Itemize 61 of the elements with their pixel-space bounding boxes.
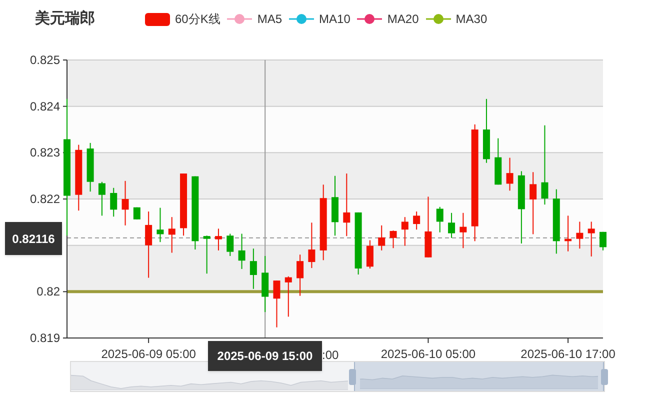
candlestick (401, 216, 408, 246)
axis-label: 2025-06-10 17:00 (520, 347, 616, 361)
candlestick (588, 221, 595, 257)
candlestick (284, 276, 292, 318)
candlestick (238, 233, 246, 270)
candlestick (98, 181, 106, 216)
chart-title: 美元瑞郎 (35, 8, 96, 29)
candlestick (332, 175, 338, 236)
candlestick (110, 187, 118, 218)
candlestick (366, 240, 374, 269)
axis-label: 0.823 (30, 146, 60, 160)
candlestick (168, 216, 176, 254)
candlestick (378, 224, 386, 251)
legend-label[interactable]: MA5 (257, 10, 282, 28)
candlestick (296, 254, 304, 296)
candlestick (122, 180, 129, 226)
candlestick (564, 215, 572, 252)
candlestick (494, 138, 502, 186)
candlestick (436, 206, 444, 233)
candlestick (86, 142, 94, 192)
candlestick (424, 196, 432, 258)
candlestick (552, 188, 560, 254)
candlestick (180, 173, 188, 236)
slider-handle[interactable] (601, 369, 608, 385)
candlestick (390, 230, 397, 249)
candlestick (156, 207, 164, 243)
candlestick (460, 212, 467, 249)
axis-label: 0.819 (30, 331, 60, 345)
candlestick (576, 221, 584, 250)
legend-label[interactable]: MA10 (319, 10, 350, 28)
slider-handle[interactable] (349, 369, 356, 385)
candlestick (145, 211, 152, 278)
axis-label: :00 (322, 349, 339, 361)
zoom-slider[interactable] (70, 361, 605, 392)
time-tooltip: 2025-06-09 15:00 (208, 341, 322, 371)
candlestick (262, 256, 269, 313)
legend-label[interactable]: MA30 (456, 10, 488, 28)
candlestick (250, 248, 257, 290)
candlestick (308, 222, 316, 269)
axis-label: 0.82 (36, 284, 60, 299)
axis-label: 0.822 (30, 192, 60, 206)
candlestick (75, 144, 82, 212)
legend-label[interactable]: 60分K线 (175, 10, 220, 28)
candlestick (448, 212, 456, 238)
candlestick (530, 172, 537, 235)
legend-label[interactable]: MA20 (387, 10, 419, 28)
candlestick (226, 233, 234, 256)
candlestick (413, 211, 420, 230)
candlestick (506, 157, 514, 192)
axis-label: 2025-06-09 05:00 (101, 347, 196, 361)
axis-label: 0.825 (30, 53, 60, 67)
candlestick (482, 98, 490, 164)
axis-label: 2025-06-10 05:00 (380, 347, 476, 361)
price-tooltip: 0.82116 (5, 222, 62, 255)
axis-label: 0.824 (30, 99, 60, 114)
slider-selection[interactable] (354, 362, 604, 391)
candlestick (214, 228, 222, 251)
candlestick (600, 231, 606, 251)
candlestick (343, 173, 350, 237)
candlestick (203, 235, 210, 274)
candlestick (273, 280, 280, 328)
